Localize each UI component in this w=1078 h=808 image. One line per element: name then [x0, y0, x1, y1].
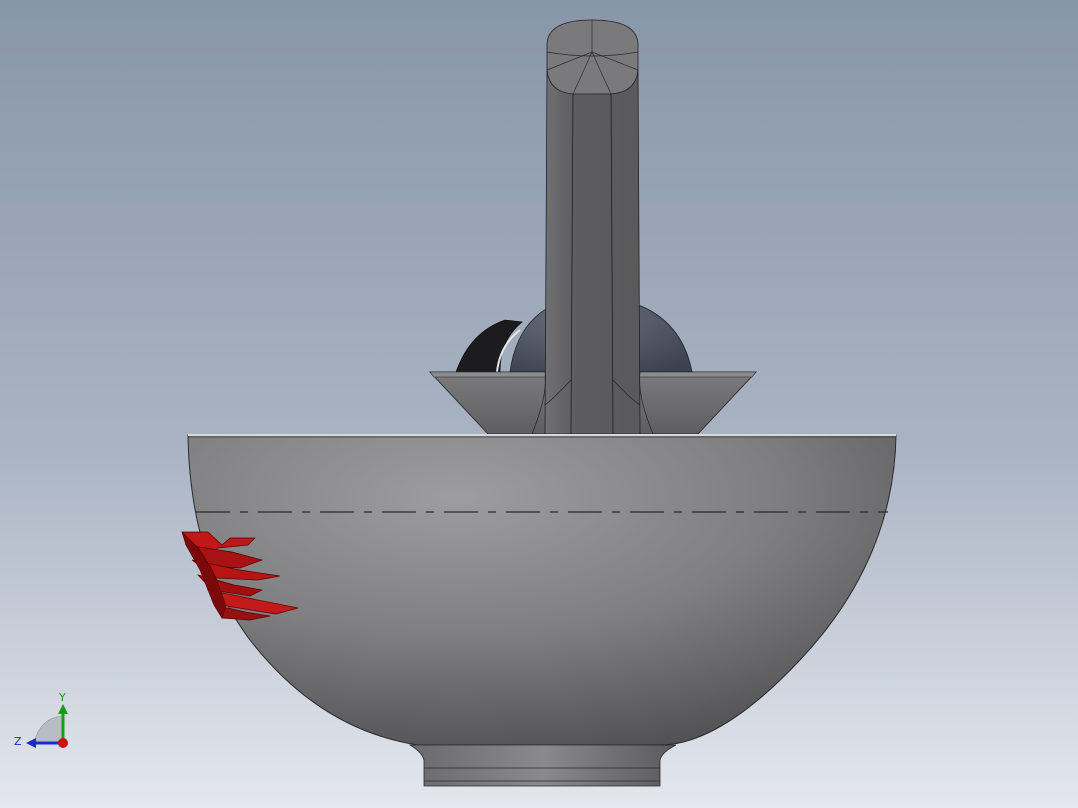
- triad-z-label: Z: [14, 735, 22, 748]
- triad-y-label: Y: [58, 691, 66, 704]
- spout-column[interactable]: [544, 69, 641, 435]
- bowl-foot[interactable]: [408, 744, 677, 787]
- graphics-viewport[interactable]: Y Z: [0, 0, 1078, 808]
- spout-cap[interactable]: [546, 19, 639, 95]
- triad-x-origin: [58, 738, 68, 748]
